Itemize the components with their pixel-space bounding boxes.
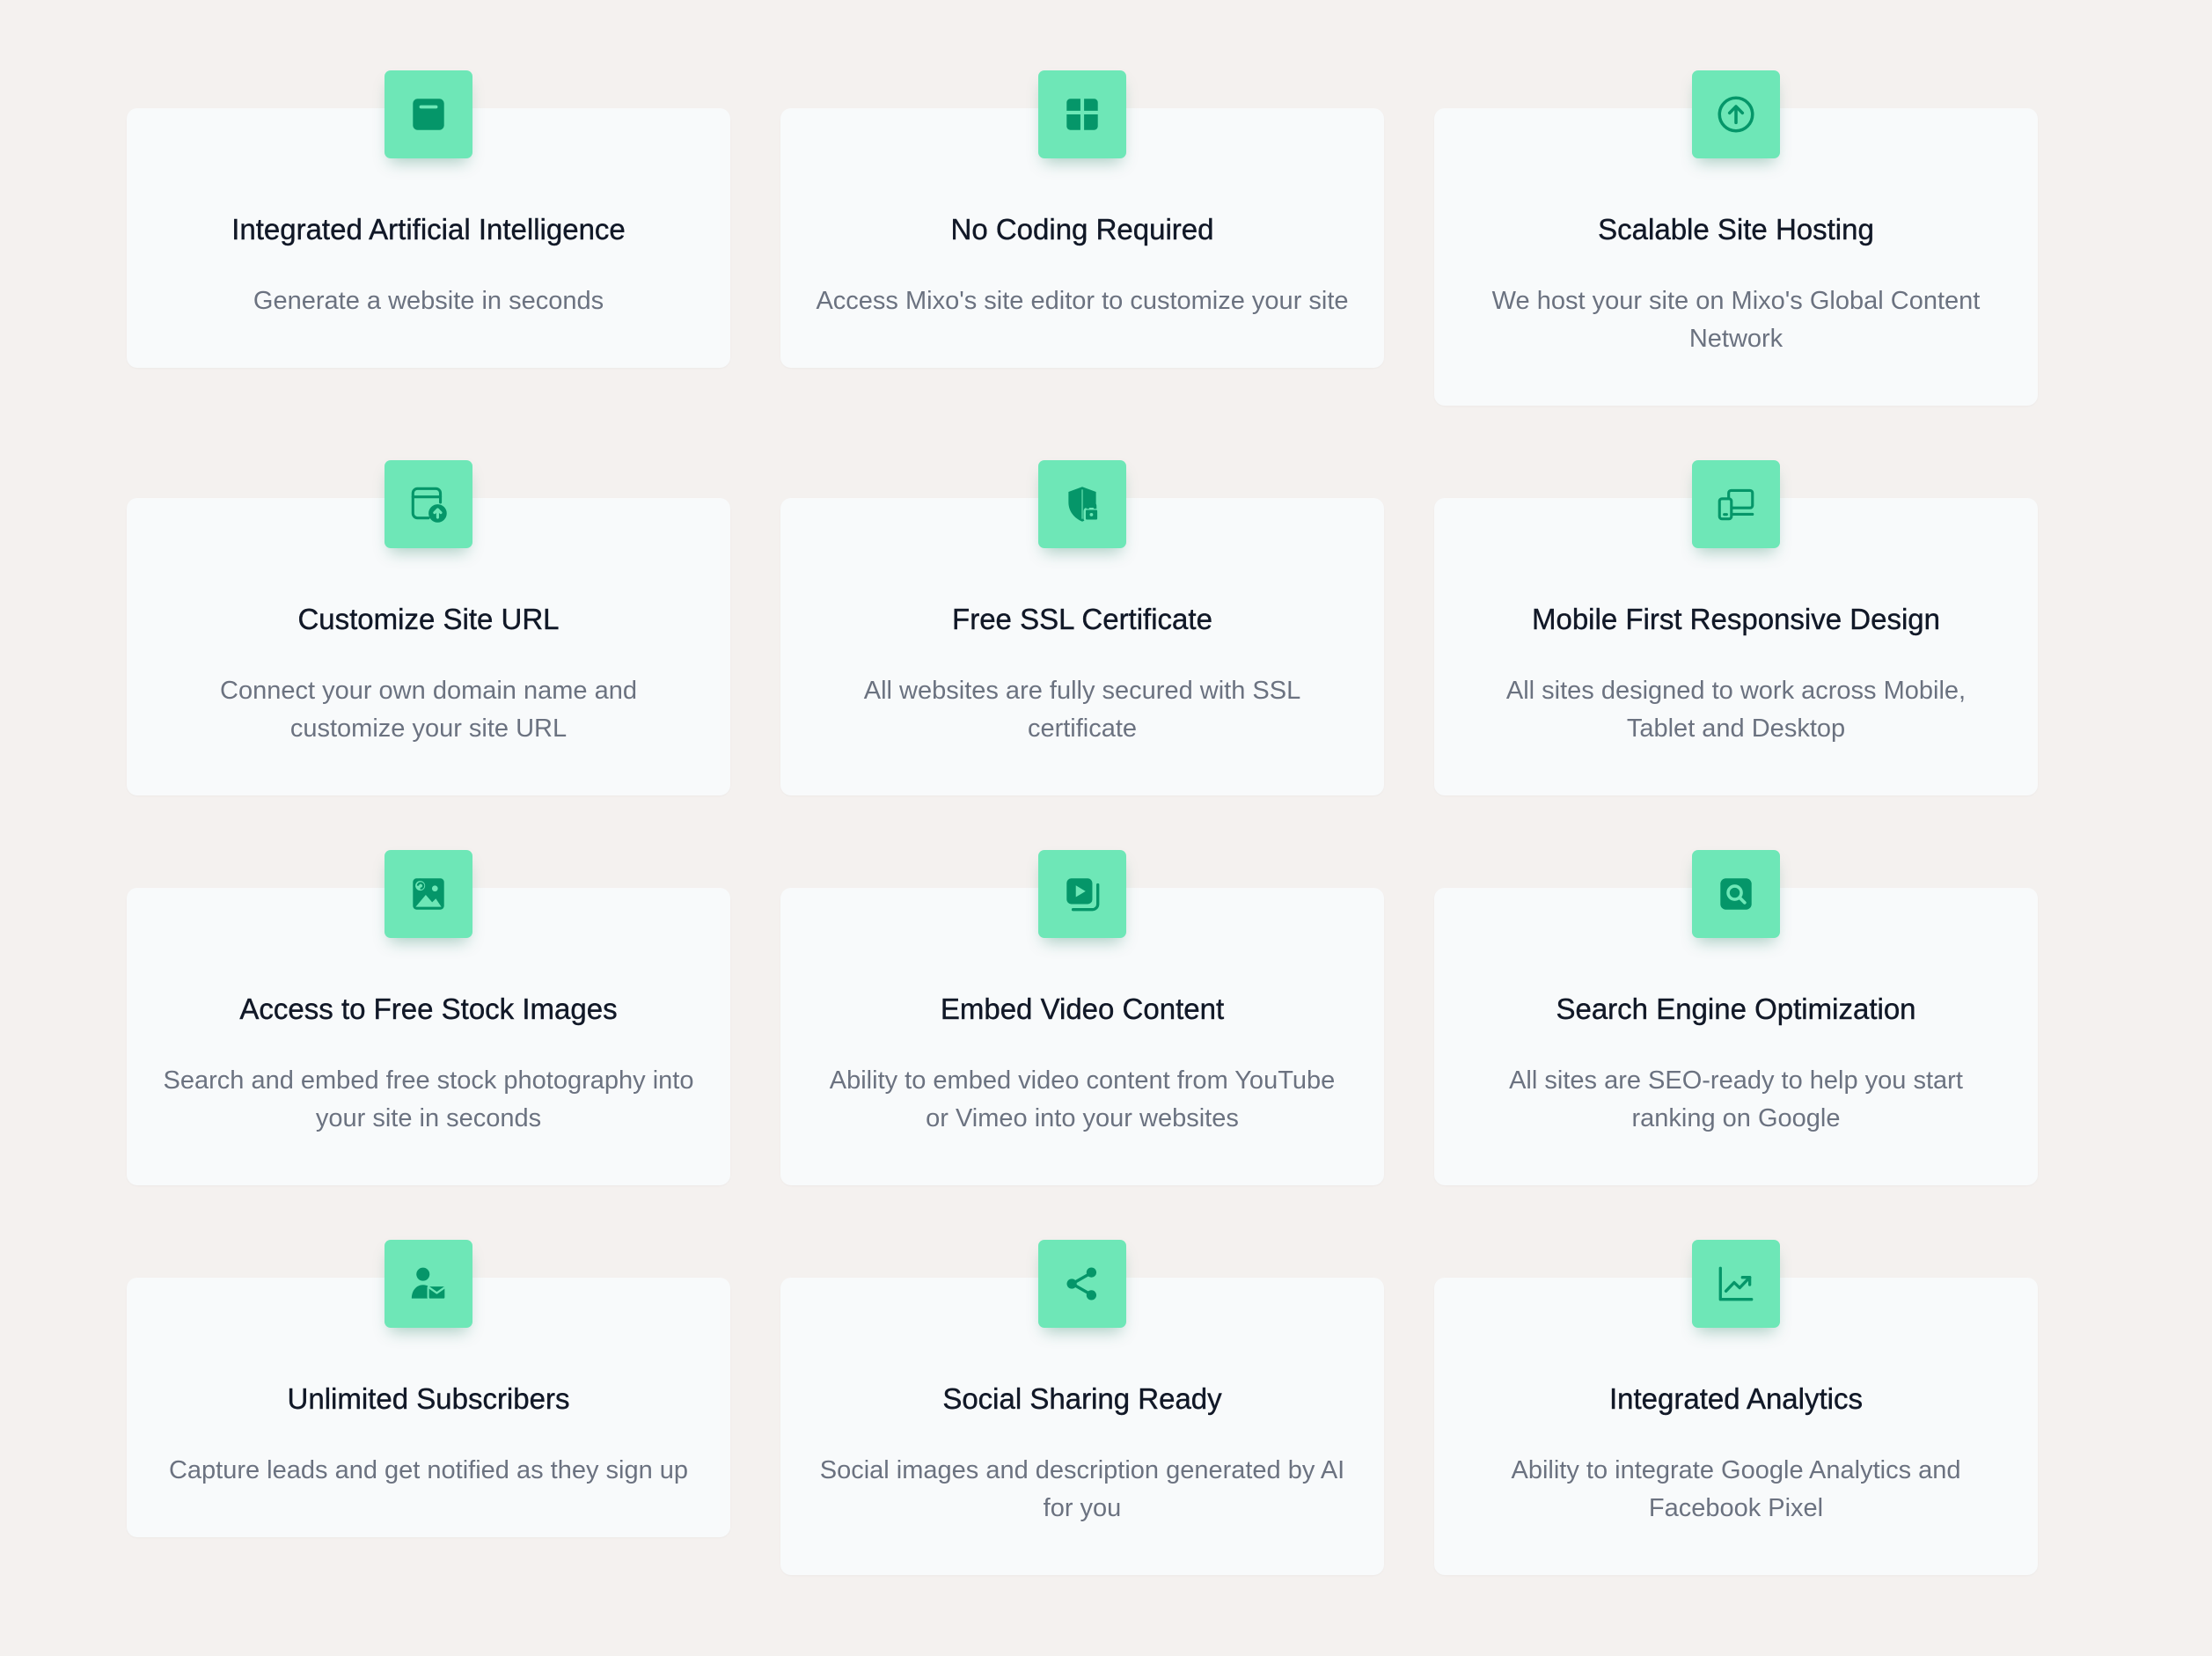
feature-title: Customize Site URL [297, 603, 560, 635]
feature-title: Mobile First Responsive Design [1531, 603, 1940, 635]
video-play-icon [1066, 878, 1100, 912]
feature-title: Free SSL Certificate [952, 603, 1212, 635]
browser-upload-icon [411, 487, 447, 523]
feature-description: Ability to integrate Google Analytics an… [1511, 1456, 1961, 1522]
feature-icon-badge [385, 1240, 472, 1328]
feature-card-site-url: Customize Site URL Connect your own doma… [127, 460, 730, 795]
feature-description: Access Mixo's site editor to customize y… [816, 287, 1349, 315]
feature-icon-badge [385, 460, 472, 548]
feature-title: Integrated Analytics [1608, 1382, 1863, 1415]
feature-card-social: Social Sharing Ready Social images and d… [780, 1240, 1384, 1575]
feature-title: Scalable Site Hosting [1598, 213, 1874, 245]
feature-description: Ability to embed video content from YouT… [829, 1066, 1336, 1132]
browser-window-icon [413, 99, 444, 130]
feature-card-video: Embed Video Content Ability to embed vid… [780, 850, 1384, 1185]
feature-title: No Coding Required [950, 213, 1214, 245]
feature-title: Social Sharing Ready [942, 1382, 1222, 1415]
feature-description: All websites are fully secured with SSL … [863, 677, 1301, 743]
features-grid: Integrated Artificial Intelligence Gener… [127, 70, 2038, 1630]
layout-grid-icon [1066, 99, 1098, 130]
feature-title: Access to Free Stock Images [239, 993, 618, 1025]
feature-card-ssl: Free SSL Certificate All websites are fu… [780, 460, 1384, 795]
share-icon [1066, 1267, 1097, 1301]
feature-card-hosting: Scalable Site Hosting We host your site … [1434, 70, 2038, 406]
feature-description: We host your site on Mixo's Global Conte… [1491, 287, 1981, 353]
feature-description: Connect your own domain name and customi… [220, 677, 637, 743]
feature-card-analytics: Integrated Analytics Ability to integrat… [1434, 1240, 2038, 1575]
feature-icon-badge [1692, 460, 1780, 548]
search-icon [1720, 878, 1752, 910]
feature-card-no-coding: No Coding Required Access Mixo's site ed… [780, 70, 1384, 368]
feature-description: Generate a website in seconds [253, 287, 604, 315]
feature-icon-badge [1692, 1240, 1780, 1328]
feature-icon-badge [385, 850, 472, 938]
feature-title: Integrated Artificial Intelligence [231, 213, 626, 245]
feature-title: Embed Video Content [940, 993, 1225, 1025]
feature-icon-badge [1038, 850, 1126, 938]
image-icon [413, 878, 444, 910]
feature-card-responsive: Mobile First Responsive Design All sites… [1434, 460, 2038, 795]
feature-description: Search and embed free stock photography … [163, 1066, 694, 1132]
shield-lock-icon [1068, 487, 1100, 522]
feature-description: Social images and description generated … [819, 1456, 1345, 1522]
devices-icon [1718, 488, 1754, 521]
feature-icon-badge [1038, 460, 1126, 548]
feature-icon-badge [1692, 70, 1780, 158]
feature-description: All sites are SEO-ready to help you star… [1509, 1066, 1963, 1132]
arrow-up-circle-icon [1718, 96, 1754, 133]
feature-icon-badge [1038, 1240, 1126, 1328]
user-mail-icon [411, 1267, 447, 1301]
feature-icon-badge [385, 70, 472, 158]
feature-card-subscribers: Unlimited Subscribers Capture leads and … [127, 1240, 730, 1537]
feature-title: Unlimited Subscribers [287, 1382, 570, 1415]
trending-chart-icon [1718, 1266, 1754, 1301]
feature-card-seo: Search Engine Optimization All sites are… [1434, 850, 2038, 1185]
feature-icon-badge [1692, 850, 1780, 938]
feature-card-stock-images: Access to Free Stock Images Search and e… [127, 850, 730, 1185]
feature-title: Search Engine Optimization [1556, 993, 1916, 1025]
feature-icon-badge [1038, 70, 1126, 158]
feature-card-ai: Integrated Artificial Intelligence Gener… [127, 70, 730, 368]
feature-description: Capture leads and get notified as they s… [168, 1456, 689, 1484]
feature-description: All sites designed to work across Mobile… [1505, 677, 1967, 743]
